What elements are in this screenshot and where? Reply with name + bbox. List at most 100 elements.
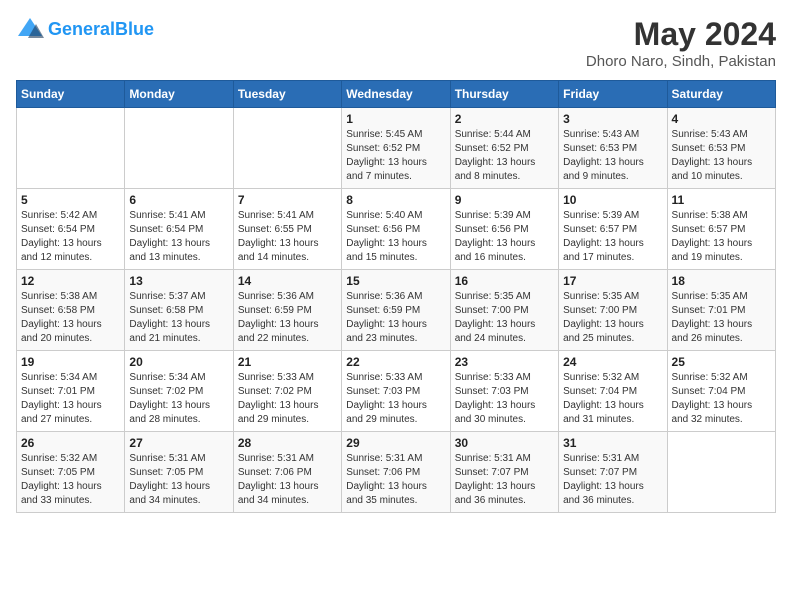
logo-icon <box>16 16 44 44</box>
title-block: May 2024 Dhoro Naro, Sindh, Pakistan <box>586 16 776 70</box>
day-info: Sunrise: 5:42 AM Sunset: 6:54 PM Dayligh… <box>21 209 120 265</box>
day-info: Sunrise: 5:43 AM Sunset: 6:53 PM Dayligh… <box>672 128 771 184</box>
day-info: Sunrise: 5:45 AM Sunset: 6:52 PM Dayligh… <box>346 128 445 184</box>
day-info: Sunrise: 5:37 AM Sunset: 6:58 PM Dayligh… <box>129 290 228 346</box>
day-cell: 10 Sunrise: 5:39 AM Sunset: 6:57 PM Dayli… <box>559 189 667 270</box>
day-info: Sunrise: 5:33 AM Sunset: 7:03 PM Dayligh… <box>455 371 554 427</box>
month-title: May 2024 <box>586 16 776 53</box>
day-number: 13 <box>129 274 228 288</box>
day-cell: 25Sunrise: 5:32 AM Sunset: 7:04 PM Dayli… <box>667 351 775 432</box>
day-number: 8 <box>346 193 445 207</box>
logo-line1: General <box>48 19 115 39</box>
day-number: 23 <box>455 355 554 369</box>
day-cell: 22 Sunrise: 5:33 AM Sunset: 7:03 PM Dayli… <box>342 351 450 432</box>
day-cell: 6 Sunrise: 5:41 AM Sunset: 6:54 PM Daylig… <box>125 189 233 270</box>
day-cell: 26Sunrise: 5:32 AM Sunset: 7:05 PM Dayli… <box>17 432 125 513</box>
day-number: 16 <box>455 274 554 288</box>
day-info: Sunrise: 5:31 AM Sunset: 7:07 PM Dayligh… <box>563 452 662 508</box>
day-info: Sunrise: 5:44 AM Sunset: 6:52 PM Dayligh… <box>455 128 554 184</box>
day-number: 12 <box>21 274 120 288</box>
logo: GeneralBlue <box>16 16 154 44</box>
day-cell: 12 Sunrise: 5:38 AM Sunset: 6:58 PM Dayli… <box>17 270 125 351</box>
day-number: 26 <box>21 436 120 450</box>
day-cell: 1 Sunrise: 5:45 AM Sunset: 6:52 PM Daylig… <box>342 108 450 189</box>
column-header-saturday: Saturday <box>667 81 775 108</box>
day-number: 31 <box>563 436 662 450</box>
day-number: 4 <box>672 112 771 126</box>
day-info: Sunrise: 5:35 AM Sunset: 7:00 PM Dayligh… <box>563 290 662 346</box>
day-info: Sunrise: 5:39 AM Sunset: 6:57 PM Dayligh… <box>563 209 662 265</box>
week-row-1: 1 Sunrise: 5:45 AM Sunset: 6:52 PM Daylig… <box>17 108 776 189</box>
page-header: GeneralBlue May 2024 Dhoro Naro, Sindh, … <box>16 16 776 70</box>
day-number: 2 <box>455 112 554 126</box>
day-cell <box>17 108 125 189</box>
logo-line2: Blue <box>115 19 154 39</box>
day-cell: 18 Sunrise: 5:35 AM Sunset: 7:01 PM Dayli… <box>667 270 775 351</box>
day-info: Sunrise: 5:34 AM Sunset: 7:02 PM Dayligh… <box>129 371 228 427</box>
day-number: 29 <box>346 436 445 450</box>
day-info: Sunrise: 5:41 AM Sunset: 6:54 PM Dayligh… <box>129 209 228 265</box>
day-number: 18 <box>672 274 771 288</box>
day-info: Sunrise: 5:38 AM Sunset: 6:58 PM Dayligh… <box>21 290 120 346</box>
day-number: 24 <box>563 355 662 369</box>
location-title: Dhoro Naro, Sindh, Pakistan <box>586 53 776 70</box>
week-row-3: 12 Sunrise: 5:38 AM Sunset: 6:58 PM Dayli… <box>17 270 776 351</box>
day-cell: 3 Sunrise: 5:43 AM Sunset: 6:53 PM Daylig… <box>559 108 667 189</box>
day-cell: 27Sunrise: 5:31 AM Sunset: 7:05 PM Dayli… <box>125 432 233 513</box>
day-number: 1 <box>346 112 445 126</box>
day-cell <box>233 108 341 189</box>
day-cell: 19 Sunrise: 5:34 AM Sunset: 7:01 PM Dayli… <box>17 351 125 432</box>
day-number: 19 <box>21 355 120 369</box>
day-info: Sunrise: 5:39 AM Sunset: 6:56 PM Dayligh… <box>455 209 554 265</box>
day-info: Sunrise: 5:31 AM Sunset: 7:06 PM Dayligh… <box>346 452 445 508</box>
day-info: Sunrise: 5:32 AM Sunset: 7:04 PM Dayligh… <box>563 371 662 427</box>
day-cell: 14Sunrise: 5:36 AM Sunset: 6:59 PM Dayli… <box>233 270 341 351</box>
day-number: 15 <box>346 274 445 288</box>
day-cell: 11 Sunrise: 5:38 AM Sunset: 6:57 PM Dayli… <box>667 189 775 270</box>
day-info: Sunrise: 5:43 AM Sunset: 6:53 PM Dayligh… <box>563 128 662 184</box>
day-cell: 20 Sunrise: 5:34 AM Sunset: 7:02 PM Dayli… <box>125 351 233 432</box>
day-info: Sunrise: 5:31 AM Sunset: 7:06 PM Dayligh… <box>238 452 337 508</box>
day-info: Sunrise: 5:34 AM Sunset: 7:01 PM Dayligh… <box>21 371 120 427</box>
calendar-table: SundayMondayTuesdayWednesdayThursdayFrid… <box>16 80 776 513</box>
day-number: 17 <box>563 274 662 288</box>
day-number: 6 <box>129 193 228 207</box>
day-number: 27 <box>129 436 228 450</box>
day-number: 30 <box>455 436 554 450</box>
day-cell: 24 Sunrise: 5:32 AM Sunset: 7:04 PM Dayli… <box>559 351 667 432</box>
day-info: Sunrise: 5:33 AM Sunset: 7:02 PM Dayligh… <box>238 371 337 427</box>
day-info: Sunrise: 5:33 AM Sunset: 7:03 PM Dayligh… <box>346 371 445 427</box>
day-info: Sunrise: 5:32 AM Sunset: 7:04 PM Dayligh… <box>672 371 771 427</box>
day-number: 20 <box>129 355 228 369</box>
day-number: 9 <box>455 193 554 207</box>
day-info: Sunrise: 5:31 AM Sunset: 7:07 PM Dayligh… <box>455 452 554 508</box>
day-number: 28 <box>238 436 337 450</box>
day-cell: 4 Sunrise: 5:43 AM Sunset: 6:53 PM Daylig… <box>667 108 775 189</box>
day-cell: 16 Sunrise: 5:35 AM Sunset: 7:00 PM Dayli… <box>450 270 558 351</box>
calendar-header-row: SundayMondayTuesdayWednesdayThursdayFrid… <box>17 81 776 108</box>
day-info: Sunrise: 5:36 AM Sunset: 6:59 PM Dayligh… <box>346 290 445 346</box>
column-header-tuesday: Tuesday <box>233 81 341 108</box>
day-number: 5 <box>21 193 120 207</box>
day-number: 10 <box>563 193 662 207</box>
day-cell: 8 Sunrise: 5:40 AM Sunset: 6:56 PM Daylig… <box>342 189 450 270</box>
column-header-monday: Monday <box>125 81 233 108</box>
day-info: Sunrise: 5:40 AM Sunset: 6:56 PM Dayligh… <box>346 209 445 265</box>
week-row-5: 26Sunrise: 5:32 AM Sunset: 7:05 PM Dayli… <box>17 432 776 513</box>
day-info: Sunrise: 5:35 AM Sunset: 7:01 PM Dayligh… <box>672 290 771 346</box>
day-cell <box>125 108 233 189</box>
day-info: Sunrise: 5:38 AM Sunset: 6:57 PM Dayligh… <box>672 209 771 265</box>
logo-text: GeneralBlue <box>48 20 154 40</box>
day-cell: 9 Sunrise: 5:39 AM Sunset: 6:56 PM Daylig… <box>450 189 558 270</box>
day-cell: 2 Sunrise: 5:44 AM Sunset: 6:52 PM Daylig… <box>450 108 558 189</box>
column-header-friday: Friday <box>559 81 667 108</box>
day-cell: 13 Sunrise: 5:37 AM Sunset: 6:58 PM Dayli… <box>125 270 233 351</box>
day-info: Sunrise: 5:35 AM Sunset: 7:00 PM Dayligh… <box>455 290 554 346</box>
day-cell: 23 Sunrise: 5:33 AM Sunset: 7:03 PM Dayli… <box>450 351 558 432</box>
day-number: 21 <box>238 355 337 369</box>
day-cell: 21 Sunrise: 5:33 AM Sunset: 7:02 PM Dayli… <box>233 351 341 432</box>
day-number: 22 <box>346 355 445 369</box>
day-number: 11 <box>672 193 771 207</box>
day-number: 3 <box>563 112 662 126</box>
day-cell: 17 Sunrise: 5:35 AM Sunset: 7:00 PM Dayli… <box>559 270 667 351</box>
